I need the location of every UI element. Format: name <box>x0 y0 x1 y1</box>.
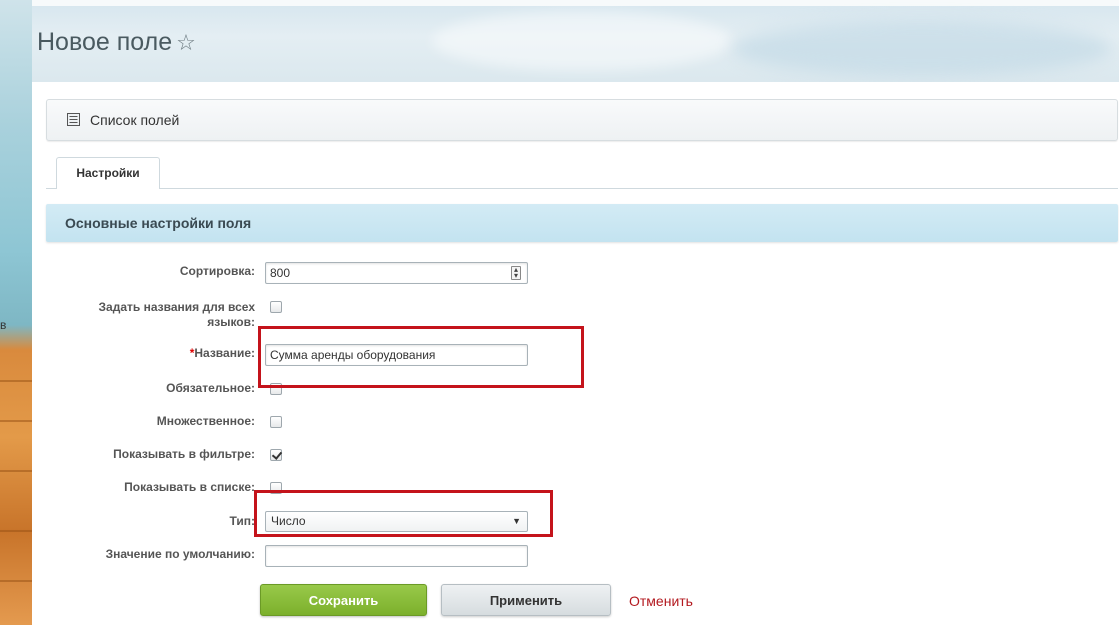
page-header: Новое поле ☆ <box>32 0 1119 82</box>
star-icon[interactable]: ☆ <box>176 30 196 55</box>
show-in-filter-label: Показывать в фильтре: <box>113 447 255 461</box>
multiple-label: Множественное: <box>156 414 255 428</box>
multiple-checkbox[interactable] <box>270 416 282 428</box>
sort-label: Сортировка: <box>179 264 255 278</box>
type-label: Тип: <box>229 514 256 528</box>
stepper-icon[interactable]: ▴ ▾ <box>511 266 521 280</box>
tabs-divider <box>46 188 1118 189</box>
show-in-filter-checkbox[interactable] <box>270 449 282 461</box>
names-all-languages-label-line1: Задать названия для всех <box>98 300 255 314</box>
show-in-list-label: Показывать в списке: <box>124 480 255 494</box>
names-all-languages-label-line2: языков: <box>207 315 255 329</box>
save-button[interactable]: Сохранить <box>260 584 427 616</box>
sort-value: 800 <box>270 266 291 280</box>
tab-settings[interactable]: Настройки <box>56 157 160 189</box>
mandatory-label: Обязательное: <box>166 381 255 395</box>
list-icon <box>67 113 80 126</box>
field-list-link[interactable]: Список полей <box>46 99 1118 141</box>
background-decoration <box>0 0 32 625</box>
section-title: Основные настройки поля <box>65 215 252 231</box>
highlight-box-name <box>258 326 584 388</box>
background-text-fragment: в <box>0 318 7 332</box>
cancel-link[interactable]: Отменить <box>629 593 693 609</box>
names-all-languages-checkbox[interactable] <box>270 301 282 313</box>
default-value-input[interactable] <box>265 545 528 567</box>
name-label-text: Название: <box>194 346 255 360</box>
sort-input[interactable]: 800 ▴ ▾ <box>265 262 528 284</box>
page-title: Новое поле ☆ <box>37 28 196 57</box>
default-value-label: Значение по умолчанию: <box>105 547 255 561</box>
section-header: Основные настройки поля <box>46 204 1118 242</box>
name-label: *Название: <box>190 346 255 361</box>
page-title-text: Новое поле <box>37 28 173 56</box>
names-all-languages-label: Задать названия для всех языков: <box>99 300 255 330</box>
apply-button[interactable]: Применить <box>441 584 611 616</box>
main-panel: Список полей Настройки Основные настройк… <box>32 82 1119 625</box>
highlight-box-type <box>254 490 553 537</box>
field-list-label: Список полей <box>90 112 180 128</box>
